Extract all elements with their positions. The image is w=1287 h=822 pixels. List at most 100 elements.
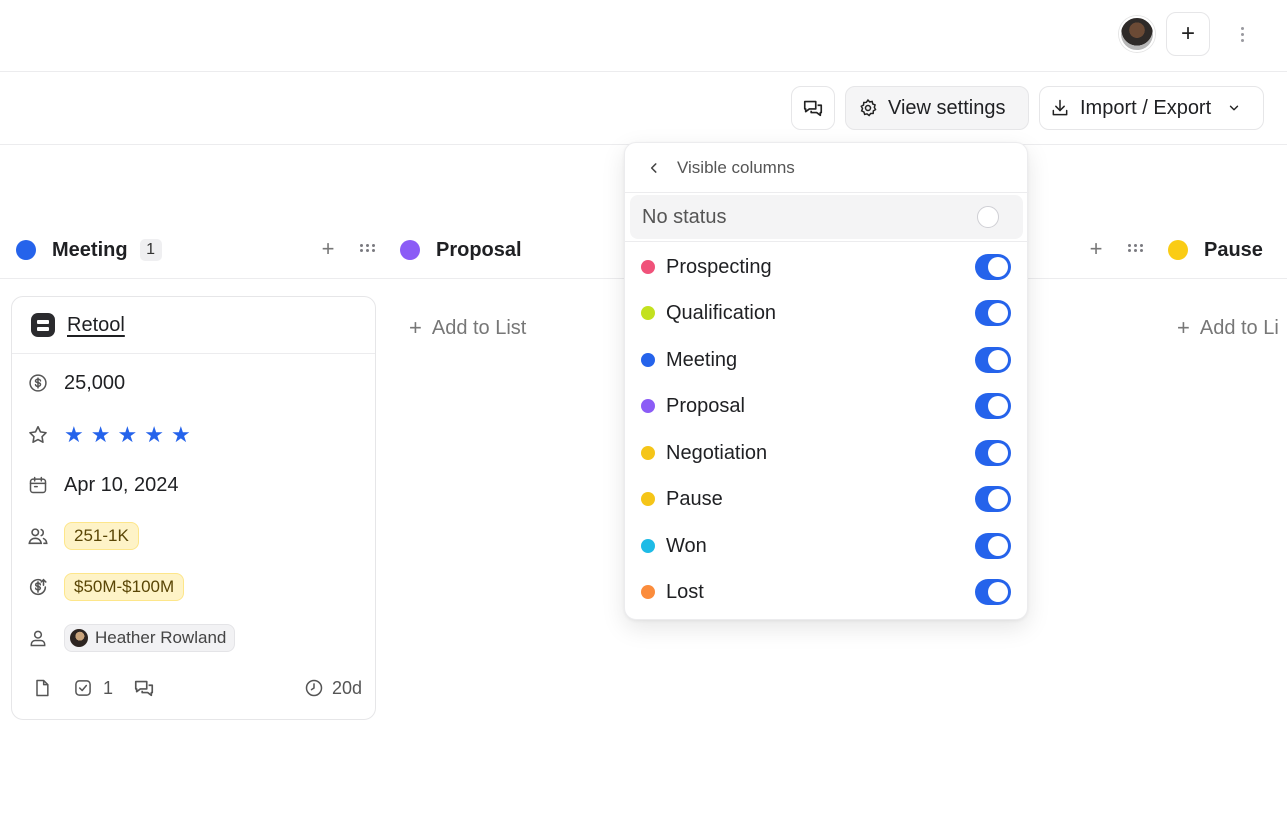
visibility-toggle[interactable] xyxy=(975,393,1011,419)
popover-header[interactable]: Visible columns xyxy=(625,143,1029,193)
status-dot xyxy=(641,399,655,413)
no-status-label: No status xyxy=(642,205,727,228)
status-dot xyxy=(641,260,655,274)
column-option-won[interactable]: Won xyxy=(641,530,1013,562)
visibility-toggle[interactable] xyxy=(975,347,1011,373)
drag-handle-icon[interactable] xyxy=(360,244,375,254)
visibility-toggle[interactable] xyxy=(975,486,1011,512)
option-label: Proposal xyxy=(666,394,745,417)
visibility-toggle[interactable] xyxy=(975,254,1011,280)
status-dot xyxy=(641,492,655,506)
rating-row: ★ ★ ★ ★ ★ xyxy=(27,420,191,450)
column-header-pause[interactable]: Pause xyxy=(1168,230,1263,270)
amount-row: 25,000 xyxy=(27,368,125,398)
status-dot xyxy=(641,446,655,460)
divider xyxy=(625,241,1029,242)
add-button[interactable]: + xyxy=(1166,12,1210,56)
option-label: Negotiation xyxy=(666,441,768,464)
option-label: Pause xyxy=(666,487,723,510)
status-dot xyxy=(1168,240,1188,260)
popover-title: Visible columns xyxy=(677,157,795,177)
star-outline-icon xyxy=(27,424,49,446)
comments-button[interactable] xyxy=(791,86,835,130)
star-icon[interactable]: ★ xyxy=(144,424,164,446)
column-option-proposal[interactable]: Proposal xyxy=(641,390,1013,422)
star-icon[interactable]: ★ xyxy=(91,424,111,446)
column-header-meeting[interactable]: Meeting 1 xyxy=(16,230,162,270)
company-logo-icon xyxy=(31,313,55,337)
user-avatar[interactable] xyxy=(1119,16,1155,52)
option-label: Lost xyxy=(666,580,704,603)
column-option-qualification[interactable]: Qualification xyxy=(641,297,1013,329)
comment-icon[interactable] xyxy=(133,677,155,699)
comment-icon xyxy=(803,100,823,117)
amount-value: 25,000 xyxy=(64,371,126,394)
column-option-meeting[interactable]: Meeting xyxy=(641,344,1013,376)
star-icon[interactable]: ★ xyxy=(117,424,137,446)
file-icon[interactable] xyxy=(32,678,52,698)
star-icon[interactable]: ★ xyxy=(171,424,191,446)
visibility-toggle[interactable] xyxy=(975,300,1011,326)
status-dot xyxy=(400,240,420,260)
card-header: Retool xyxy=(12,297,375,354)
column-option-pause[interactable]: Pause xyxy=(641,483,1013,515)
gear-icon xyxy=(860,98,877,117)
download-icon xyxy=(1052,99,1068,116)
view-settings-button[interactable]: View settings xyxy=(845,86,1029,130)
clock-icon xyxy=(305,679,323,697)
deal-card[interactable]: Retool 25,000 ★ ★ ★ ★ ★ Apr 10, 2024 251… xyxy=(11,296,376,720)
more-options-icon[interactable] xyxy=(1230,22,1254,46)
visible-columns-popover: Visible columns No status Prospecting Qu… xyxy=(624,142,1029,620)
status-dot xyxy=(16,240,36,260)
status-dot xyxy=(641,353,655,367)
revenue-icon xyxy=(27,576,49,598)
toolbar: View settings Import / Export xyxy=(0,72,1287,145)
owner-chip[interactable]: Heather Rowland xyxy=(64,624,236,652)
dollar-icon xyxy=(27,372,49,394)
drag-handle-icon[interactable] xyxy=(1128,244,1143,254)
top-bar: + xyxy=(0,0,1287,72)
employees-row: 251-1K xyxy=(27,521,139,551)
owner-row: Heather Rowland xyxy=(27,623,236,653)
add-to-list-button[interactable]: + Add to Li xyxy=(1177,314,1279,342)
visibility-toggle[interactable] xyxy=(975,440,1011,466)
age-value: 20d xyxy=(331,677,362,698)
no-status-option[interactable]: No status xyxy=(630,195,1023,239)
add-to-list-label: Add to List xyxy=(431,316,527,339)
import-export-button[interactable]: Import / Export xyxy=(1039,86,1264,130)
chevron-down-icon xyxy=(1229,105,1239,111)
calendar-icon xyxy=(27,474,49,496)
no-status-radio[interactable] xyxy=(977,206,999,228)
column-option-lost[interactable]: Lost xyxy=(641,576,1013,608)
owner-name: Heather Rowland xyxy=(95,628,227,647)
checkbox-icon[interactable] xyxy=(73,678,93,698)
rating-stars[interactable]: ★ ★ ★ ★ ★ xyxy=(64,424,191,446)
avatar xyxy=(70,629,88,647)
star-icon[interactable]: ★ xyxy=(64,424,84,446)
column-title: Proposal xyxy=(436,238,522,261)
date-value: Apr 10, 2024 xyxy=(64,473,179,496)
column-option-prospecting[interactable]: Prospecting xyxy=(641,251,1013,283)
visibility-toggle[interactable] xyxy=(975,579,1011,605)
plus-icon: + xyxy=(409,315,422,340)
import-export-label: Import / Export xyxy=(1080,96,1212,119)
chevron-left-icon[interactable] xyxy=(647,161,661,175)
status-dot xyxy=(641,539,655,553)
column-title: Pause xyxy=(1204,238,1263,261)
option-label: Meeting xyxy=(666,348,738,371)
option-label: Prospecting xyxy=(666,255,772,278)
card-footer: 1 20d xyxy=(32,675,362,701)
status-dot xyxy=(641,585,655,599)
add-to-list-button[interactable]: + Add to List xyxy=(409,314,526,342)
visibility-toggle[interactable] xyxy=(975,533,1011,559)
add-card-icon[interactable]: + xyxy=(317,236,339,261)
column-title: Meeting xyxy=(52,238,128,261)
add-card-icon[interactable]: + xyxy=(1085,236,1107,261)
option-label: Qualification xyxy=(666,301,777,324)
tasks-count: 1 xyxy=(103,677,114,698)
column-header-proposal[interactable]: Proposal xyxy=(400,230,522,270)
column-option-negotiation[interactable]: Negotiation xyxy=(641,437,1013,469)
column-count-badge: 1 xyxy=(139,239,162,261)
company-link[interactable]: Retool xyxy=(67,314,125,337)
revenue-row: $50M-$100M xyxy=(27,572,185,602)
